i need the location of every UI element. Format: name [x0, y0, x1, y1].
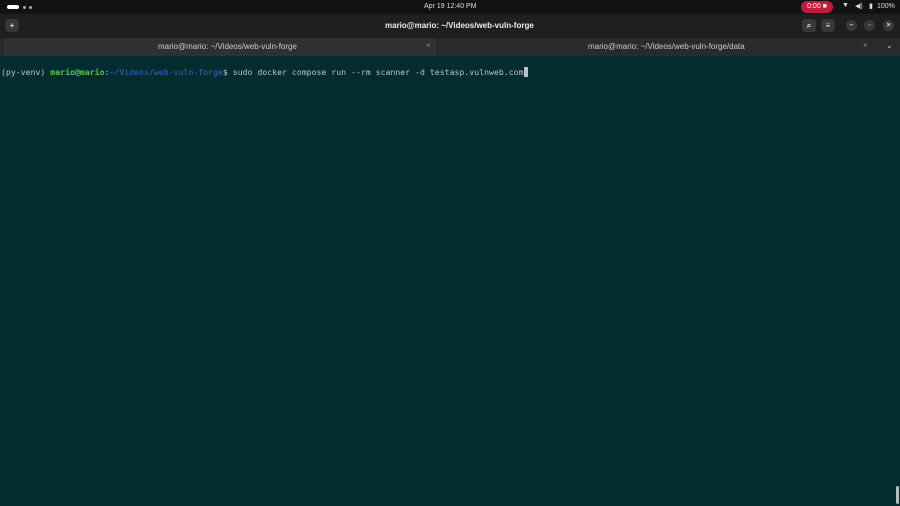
search-icon: ⌕: [806, 21, 812, 30]
top-bar: Apr 19 12:40 PM 0:00 ■ ▼ ◀) ▮ 100%: [0, 0, 900, 14]
recording-indicator[interactable]: 0:00 ■: [801, 1, 833, 13]
prompt-path: ~/Videos/web-vuln-forge: [109, 67, 223, 77]
scrollbar[interactable]: [896, 486, 899, 504]
search-button[interactable]: ⌕: [802, 19, 816, 32]
command-text: sudo docker compose run --rm scanner -d …: [232, 67, 524, 77]
prompt-user: mario@mario: [50, 67, 105, 77]
tab-label: mario@mario: ~/Videos/web-vuln-forge/dat…: [588, 42, 745, 51]
prompt-symbol: $: [222, 67, 233, 77]
tab-1[interactable]: mario@mario: ~/Videos/web-vuln-forge ×: [4, 38, 436, 57]
command-line: (py-venv) mario@mario:~/Videos/web-vuln-…: [1, 57, 529, 77]
tab-bar: mario@mario: ~/Videos/web-vuln-forge × m…: [0, 38, 900, 57]
workspace-dot[interactable]: [23, 6, 26, 9]
close-tab-icon[interactable]: ×: [426, 41, 431, 50]
workspace-indicator[interactable]: [7, 5, 19, 9]
battery-level: 100%: [877, 3, 895, 10]
recording-time: 0:00: [807, 3, 821, 10]
stop-icon: ■: [822, 3, 827, 10]
volume-icon[interactable]: ◀): [855, 2, 863, 10]
battery-icon[interactable]: ▮: [869, 2, 873, 10]
menu-button[interactable]: ≡: [821, 19, 835, 32]
wifi-icon[interactable]: ▼: [842, 2, 849, 9]
clock[interactable]: Apr 19 12:40 PM: [424, 3, 477, 10]
title-bar: + mario@mario: ~/Videos/web-vuln-forge ⌕…: [0, 14, 900, 38]
hamburger-icon: ≡: [825, 21, 831, 30]
window-title: mario@mario: ~/Videos/web-vuln-forge: [385, 21, 534, 30]
close-button[interactable]: ×: [883, 20, 894, 31]
minimize-button[interactable]: –: [846, 20, 857, 31]
cursor: [523, 67, 529, 77]
venv-label: (py-venv): [1, 67, 51, 77]
close-tab-icon[interactable]: ×: [863, 41, 868, 50]
workspace-dot[interactable]: [29, 6, 32, 9]
terminal[interactable]: (py-venv) mario@mario:~/Videos/web-vuln-…: [0, 56, 900, 506]
tab-list-chevron-icon[interactable]: ⌄: [886, 41, 893, 50]
tab-label: mario@mario: ~/Videos/web-vuln-forge: [158, 42, 297, 51]
new-tab-button[interactable]: +: [5, 19, 19, 32]
maximize-button[interactable]: ▫: [864, 20, 875, 31]
tab-2[interactable]: mario@mario: ~/Videos/web-vuln-forge/dat…: [440, 38, 876, 56]
